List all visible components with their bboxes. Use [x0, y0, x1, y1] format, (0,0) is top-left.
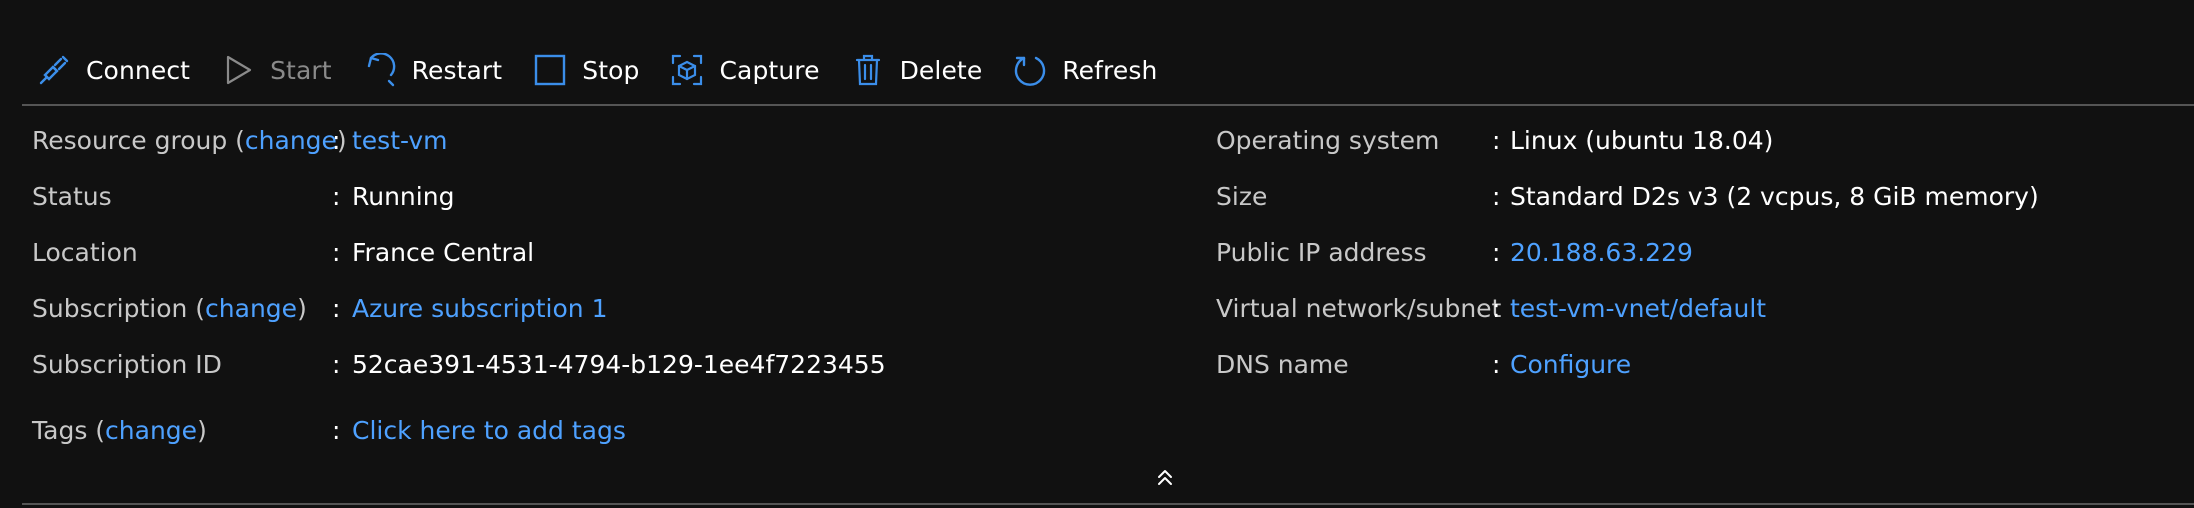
vnet-value[interactable]: test-vm-vnet/default — [1510, 294, 1766, 323]
colon: : — [332, 415, 341, 445]
location-label: Location — [32, 237, 138, 267]
status-value: Running — [352, 181, 455, 211]
subscription-label: Subscription (change) — [32, 293, 307, 323]
colon: : — [1492, 181, 1501, 211]
collapse-essentials-button[interactable] — [1150, 464, 1180, 494]
restart-icon — [362, 52, 398, 88]
subscription-id-value: 52cae391-4531-4794-b129-1ee4f7223455 — [352, 349, 886, 379]
connect-label: Connect — [86, 55, 191, 85]
command-bar: Connect Start Restart Stop Capture Delet… — [22, 40, 1173, 100]
colon: : — [332, 237, 341, 267]
colon: : — [1492, 293, 1501, 323]
delete-label: Delete — [899, 55, 983, 85]
row-operating-system: Operating system : Linux (ubuntu 18.04) — [1216, 112, 1773, 168]
refresh-icon — [1012, 52, 1048, 88]
restart-button[interactable]: Restart — [348, 40, 519, 100]
trash-icon — [850, 52, 886, 88]
public-ip-label: Public IP address — [1216, 237, 1427, 267]
row-dns-name: DNS name : Configure — [1216, 336, 1631, 392]
colon: : — [332, 349, 341, 379]
colon: : — [1492, 349, 1501, 379]
stop-label: Stop — [582, 55, 640, 85]
capture-icon — [669, 52, 705, 88]
restart-label: Restart — [411, 55, 503, 85]
stop-icon — [532, 52, 568, 88]
subscription-value[interactable]: Azure subscription 1 — [352, 294, 607, 323]
colon: : — [332, 293, 341, 323]
plug-icon — [36, 52, 72, 88]
connect-button[interactable]: Connect — [22, 40, 206, 100]
add-tags-link[interactable]: Click here to add tags — [352, 416, 626, 445]
row-tags: Tags (change) : Click here to add tags — [32, 402, 626, 458]
size-label: Size — [1216, 181, 1268, 211]
dns-label: DNS name — [1216, 349, 1349, 379]
colon: : — [1492, 125, 1501, 155]
toolbar-divider — [22, 104, 2194, 106]
row-subscription: Subscription (change) : Azure subscripti… — [32, 280, 607, 336]
refresh-label: Refresh — [1062, 55, 1158, 85]
status-label: Status — [32, 181, 112, 211]
row-subscription-id: Subscription ID : 52cae391-4531-4794-b12… — [32, 336, 886, 392]
row-location: Location : France Central — [32, 224, 534, 280]
os-label: Operating system — [1216, 125, 1440, 155]
resource-group-label: Resource group (change) — [32, 125, 347, 155]
colon: : — [332, 181, 341, 211]
row-resource-group: Resource group (change) : test-vm — [32, 112, 448, 168]
play-icon — [220, 52, 256, 88]
os-value: Linux (ubuntu 18.04) — [1510, 125, 1774, 155]
double-chevron-up-icon — [1154, 466, 1176, 492]
delete-button[interactable]: Delete — [836, 40, 999, 100]
subscription-change-link[interactable]: change — [205, 294, 297, 323]
tags-label: Tags (change) — [32, 415, 207, 445]
capture-label: Capture — [719, 55, 820, 85]
subscription-id-label: Subscription ID — [32, 349, 222, 379]
location-value: France Central — [352, 237, 535, 267]
stop-button[interactable]: Stop — [518, 40, 655, 100]
row-status: Status : Running — [32, 168, 454, 224]
tags-change-link[interactable]: change — [105, 416, 197, 445]
size-value: Standard D2s v3 (2 vcpus, 8 GiB memory) — [1510, 181, 2039, 211]
resource-group-value[interactable]: test-vm — [352, 126, 448, 155]
colon: : — [332, 125, 341, 155]
start-button[interactable]: Start — [206, 40, 348, 100]
dns-configure-link[interactable]: Configure — [1510, 350, 1631, 379]
refresh-button[interactable]: Refresh — [998, 40, 1173, 100]
essentials-bottom-divider — [22, 503, 2194, 505]
row-public-ip: Public IP address : 20.188.63.229 — [1216, 224, 1693, 280]
vnet-label: Virtual network/subnet — [1216, 293, 1502, 323]
resource-group-change-link[interactable]: change — [245, 126, 337, 155]
row-size: Size : Standard D2s v3 (2 vcpus, 8 GiB m… — [1216, 168, 2039, 224]
colon: : — [1492, 237, 1501, 267]
public-ip-value[interactable]: 20.188.63.229 — [1510, 238, 1693, 267]
start-label: Start — [270, 55, 332, 85]
row-vnet: Virtual network/subnet : test-vm-vnet/de… — [1216, 280, 1766, 336]
capture-button[interactable]: Capture — [655, 40, 835, 100]
